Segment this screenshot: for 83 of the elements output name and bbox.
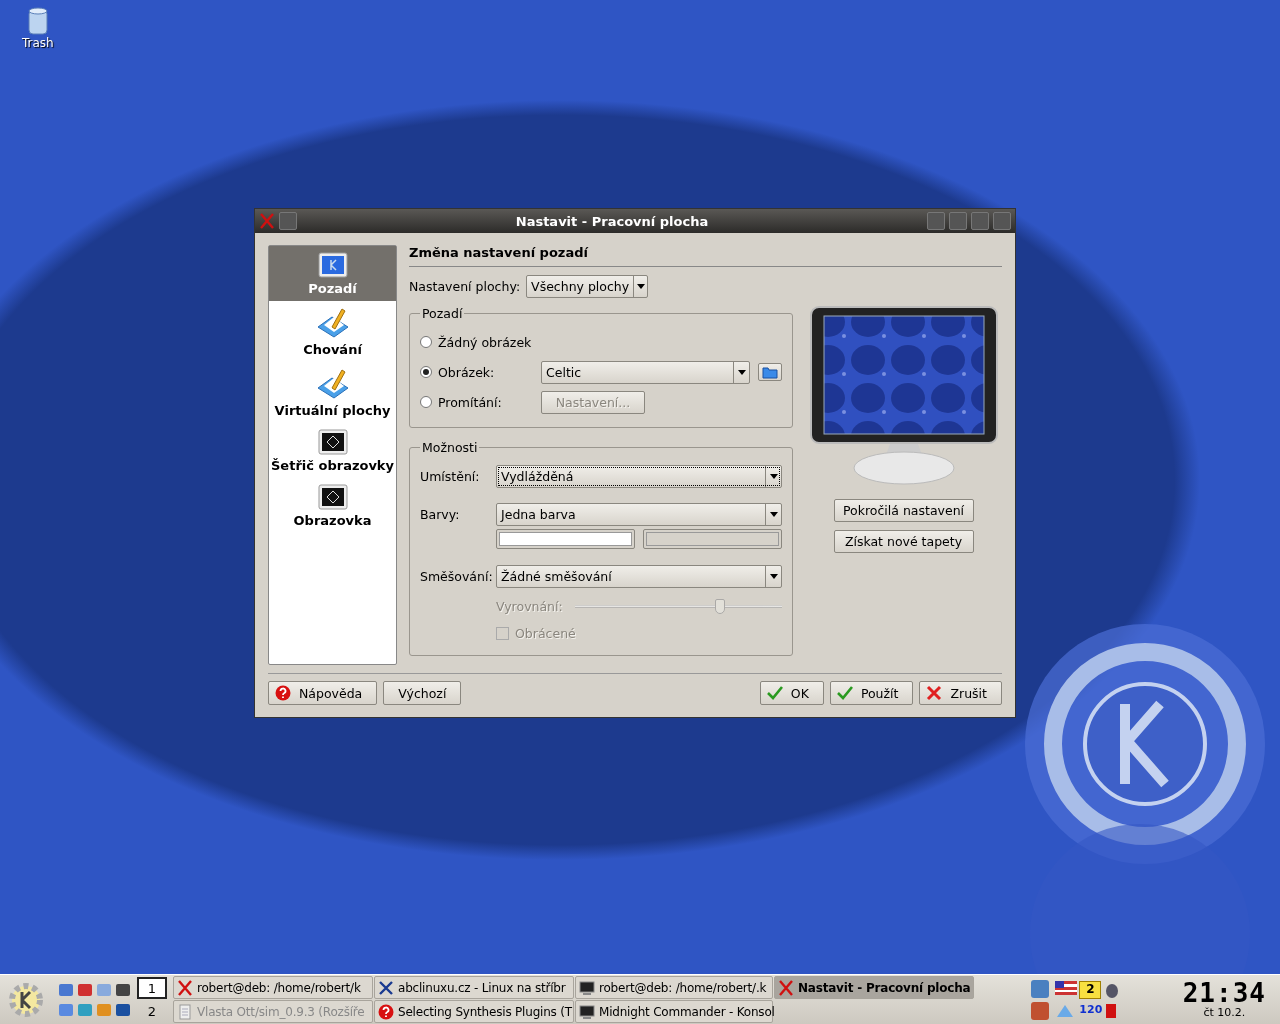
- desktop-icon-label[interactable]: Trash: [22, 36, 54, 50]
- group-title: Pozadí: [421, 306, 464, 321]
- mail-count-badge: 2: [1079, 980, 1102, 999]
- close-app-icon: [259, 213, 275, 229]
- sidebar-item[interactable]: Obrazovka: [269, 478, 396, 533]
- launcher-icon[interactable]: [77, 981, 93, 998]
- field-label: Směšování:: [420, 568, 490, 584]
- launcher-icon[interactable]: [58, 981, 74, 998]
- desktop-select[interactable]: Všechny plochy: [526, 275, 649, 298]
- network-count: 120: [1079, 1001, 1102, 1018]
- dropdown-arrow-icon: [769, 573, 778, 579]
- radio-option[interactable]: Žádný obrázek: [420, 334, 535, 350]
- color-swatch[interactable]: [643, 529, 782, 549]
- checkbox-label: Obrácené: [515, 625, 576, 641]
- window-title: Nastavit - Pracovní plocha: [514, 213, 710, 229]
- help-icon: [275, 685, 291, 701]
- section-heading: Změna nastavení pozadí: [409, 245, 1002, 267]
- cross-icon: [926, 685, 943, 701]
- taskbar-button[interactable]: Midnight Commander - Konsol: [575, 1000, 773, 1023]
- sidebar-item[interactable]: Chování: [269, 301, 396, 362]
- help-button[interactable]: [927, 212, 945, 230]
- clock-time: 21:34: [1182, 980, 1266, 1006]
- desktop-pager-button[interactable]: 1: [137, 977, 167, 999]
- group-title: Možnosti: [421, 440, 479, 455]
- terminal-icon: [579, 1003, 595, 1020]
- sidebar-item[interactable]: Pozadí: [269, 246, 396, 301]
- browse-folder-button[interactable]: [758, 363, 782, 381]
- notepad-pencil-icon: [315, 307, 350, 339]
- taskbar-button[interactable]: abclinuxu.cz - Linux na stříbr: [374, 976, 574, 999]
- taskbar-button[interactable]: robert@deb: /home/robert/k: [173, 976, 373, 999]
- field-label: Nastavení plochy:: [409, 279, 521, 294]
- image-select[interactable]: Celtic: [541, 360, 750, 384]
- taskbar-button[interactable]: robert@deb: /home/robert/.k: [575, 976, 773, 999]
- cancel-button[interactable]: Zrušit: [919, 681, 1002, 705]
- blending-select[interactable]: Žádné směšování: [496, 564, 782, 588]
- screen-icon: [317, 484, 348, 510]
- flag-icon: [1055, 980, 1078, 995]
- pin-button[interactable]: [279, 212, 297, 230]
- dropdown-arrow-icon: [636, 284, 645, 289]
- confirm-button[interactable]: Použít: [829, 681, 914, 705]
- dropdown-arrow-icon: [769, 511, 778, 517]
- radio-button[interactable]: [420, 396, 432, 408]
- sidebar-item[interactable]: Virtuální plochy: [269, 362, 396, 423]
- placement-select[interactable]: Vydlážděná: [496, 464, 782, 488]
- document-icon: [177, 1003, 193, 1020]
- folder-icon: [762, 365, 778, 379]
- clock-date: čt 10.2.: [1203, 1006, 1246, 1019]
- launcher-icon[interactable]: [115, 1001, 131, 1018]
- cross-icon: [177, 979, 193, 996]
- radio-button[interactable]: [420, 336, 432, 348]
- logout-button[interactable]: [1031, 1001, 1050, 1020]
- maximize-button[interactable]: [971, 212, 989, 230]
- field-label: Barvy:: [420, 506, 461, 522]
- taskbar-button[interactable]: Selecting Synthesis Plugins (T: [374, 1000, 574, 1023]
- minimize-button[interactable]: [949, 212, 967, 230]
- sidebar-item[interactable]: Šetřič obrazovky: [269, 423, 396, 478]
- help-button[interactable]: Nápověda: [268, 681, 378, 705]
- check-icon: [766, 685, 783, 701]
- taskbar-button[interactable]: Nastavit - Pracovní plocha: [774, 976, 974, 999]
- confirm-button[interactable]: OK: [759, 681, 824, 705]
- dropdown-arrow-icon: [769, 473, 778, 479]
- terminal-icon: [579, 979, 595, 996]
- notepad-pencil-icon: [315, 368, 350, 400]
- lock-button[interactable]: [1031, 979, 1050, 998]
- colors-select[interactable]: Jedna barva: [496, 502, 782, 526]
- preview-button[interactable]: Získat nové tapety: [833, 530, 974, 553]
- radio-option[interactable]: Obrázek:: [420, 364, 535, 380]
- desktop-pager-button[interactable]: 2: [137, 1000, 167, 1022]
- dropdown-arrow-icon: [737, 369, 746, 375]
- field-label: Umístění:: [420, 468, 481, 484]
- monitor-icon: [317, 252, 348, 278]
- trash-can-icon[interactable]: [25, 6, 50, 36]
- check-icon: [836, 685, 853, 701]
- radio-button[interactable]: [420, 366, 432, 378]
- launcher-icon[interactable]: [115, 981, 131, 998]
- preview-button[interactable]: Pokročilá nastavení: [833, 499, 974, 522]
- default-button[interactable]: Výchozí: [383, 681, 462, 705]
- slider-label: Vyrovnání:: [496, 598, 563, 614]
- radio-option[interactable]: Promítání:: [420, 394, 535, 410]
- screen-icon: [317, 429, 348, 455]
- close-button[interactable]: [993, 212, 1011, 230]
- cross-icon: [778, 979, 794, 996]
- color-swatch[interactable]: [496, 529, 635, 549]
